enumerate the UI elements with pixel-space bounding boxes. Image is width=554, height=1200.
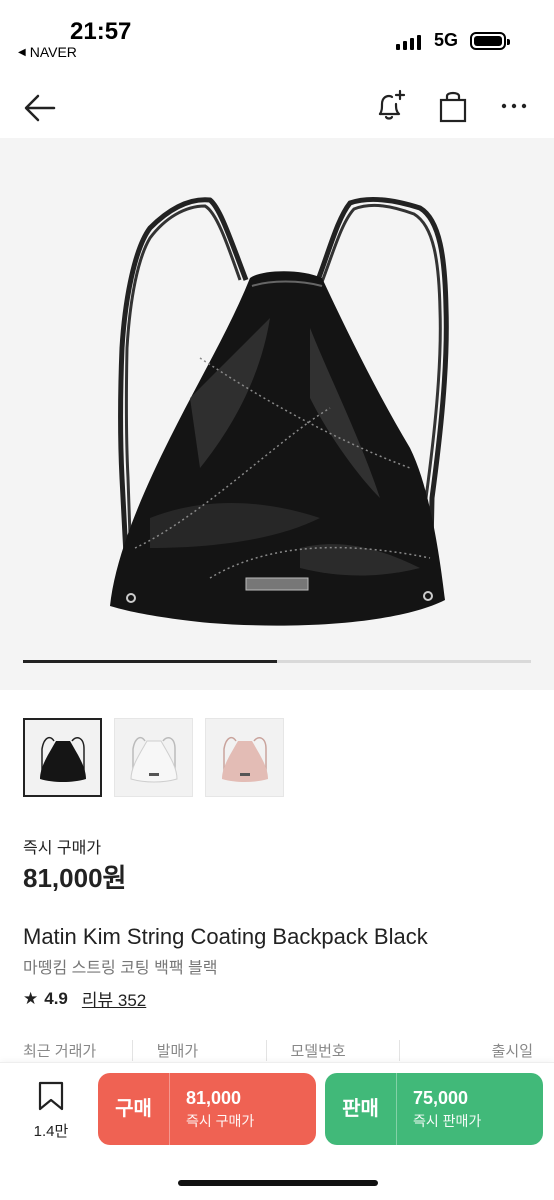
gallery-progress-fill <box>23 660 277 663</box>
product-price: 81,000원 <box>23 863 127 893</box>
rating-row: ★ 4.9 리뷰 352 <box>23 986 146 1011</box>
review-link[interactable]: 리뷰 352 <box>82 986 146 1011</box>
product-image[interactable] <box>0 138 554 690</box>
sell-amount: 75,000 <box>413 1087 469 1108</box>
rating-score: 4.9 <box>44 988 68 1008</box>
thumbnail-strip <box>23 718 284 797</box>
more-icon[interactable] <box>500 92 528 120</box>
thumb-pink-image <box>221 736 268 782</box>
wishlist-count: 1.4만 <box>33 1123 69 1140</box>
status-bar: 21:57 ◀ NAVER 5G <box>0 0 554 70</box>
back-app-label: NAVER <box>29 44 77 60</box>
shopping-bag-icon[interactable] <box>436 88 470 124</box>
backpack-image <box>110 196 449 626</box>
sell-desc: 즉시 판매가 <box>413 1112 482 1129</box>
buy-desc: 즉시 구매가 <box>186 1112 255 1129</box>
info-header-release-date: 출시일 <box>399 1040 533 1061</box>
back-to-app[interactable]: ◀ NAVER <box>18 44 77 60</box>
thumb-white-image <box>129 736 178 782</box>
product-name-en: Matin Kim String Coating Backpack Black <box>23 924 428 949</box>
thumb-black-image <box>39 736 86 782</box>
signal-icon <box>396 34 421 50</box>
buy-button-label: 구매 <box>98 1073 170 1145</box>
gallery-progress <box>23 660 531 663</box>
sell-button[interactable]: 판매 75,000 즉시 판매가 <box>325 1073 543 1145</box>
info-header-release-price: 발매가 <box>131 1040 266 1061</box>
home-indicator <box>178 1180 378 1186</box>
buy-now-label: 즉시 구매가 <box>23 840 102 857</box>
bell-plus-icon[interactable] <box>372 88 408 124</box>
sell-button-label: 판매 <box>325 1073 397 1145</box>
wishlist-button[interactable]: 1.4만 <box>30 1081 72 1141</box>
star-icon: ★ <box>23 988 39 1008</box>
network-label: 5G <box>434 30 459 50</box>
thumbnail-pink[interactable] <box>205 718 284 797</box>
battery-icon <box>470 32 510 50</box>
buy-amount: 81,000 <box>186 1087 242 1108</box>
top-nav <box>0 80 554 136</box>
back-arrow-icon[interactable] <box>22 90 58 126</box>
buy-button[interactable]: 구매 81,000 즉시 구매가 <box>98 1073 316 1145</box>
thumbnail-black[interactable] <box>23 718 102 797</box>
info-header-recent: 최근 거래가 <box>23 1043 97 1060</box>
info-header-model: 모델번호 <box>265 1040 400 1061</box>
thumbnail-white[interactable] <box>114 718 193 797</box>
back-triangle-icon: ◀ <box>18 46 26 58</box>
bookmark-icon <box>38 1081 64 1111</box>
product-name-ko: 마뗑킴 스트링 코팅 백팩 블랙 <box>23 960 218 977</box>
status-time: 21:57 <box>70 18 132 45</box>
info-headers: 최근 거래가 발매가 모델번호 출시일 <box>23 1040 533 1061</box>
